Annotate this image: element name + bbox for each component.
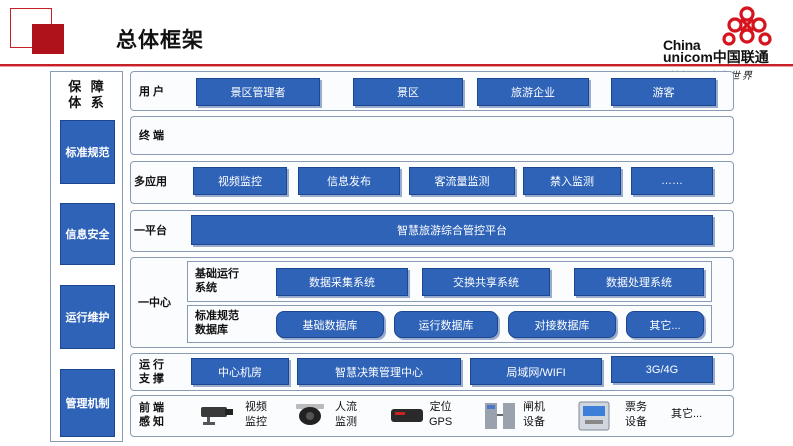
layer-users-label: 用 户 — [139, 86, 165, 98]
guarantee-standards-box[interactable]: 标准规范 — [60, 120, 115, 184]
standard-databases-group: 标准规范 数据库 基础数据库 运行数据库 对接数据库 其它... — [187, 305, 712, 343]
guarantee-operations-box[interactable]: 运行维护 — [60, 285, 115, 349]
sensing-other-label: 其它... — [671, 408, 703, 420]
sensing-video-label: 视频 监控 — [245, 401, 267, 428]
exchange-sharing-system[interactable]: 交换共享系统 — [422, 268, 550, 296]
support-lan-wifi[interactable]: 局域网/WIFI — [470, 358, 602, 385]
layer-front-end-sensing: 前 端 感 知 视频 监控 人流 监测 定位 GPS 闸机 设备 票务 设备 其… — [130, 395, 734, 437]
guarantee-security-box[interactable]: 信息安全 — [60, 203, 115, 265]
camera-icon — [201, 407, 233, 425]
data-collection-system[interactable]: 数据采集系统 — [276, 268, 408, 296]
sensing-gps[interactable]: 定位 GPS — [389, 396, 475, 434]
base-database[interactable]: 基础数据库 — [276, 311, 384, 338]
dome-camera-icon — [296, 404, 324, 425]
layer-applications: 多应用 视频监控 信息发布 客流量监测 禁入监测 …… — [130, 161, 734, 204]
turnstile-icon — [485, 403, 515, 429]
sensing-turnstile-label: 闸机 设备 — [523, 401, 545, 428]
ticket-machine-icon — [578, 401, 610, 431]
app-restricted-entry-monitoring[interactable]: 禁入监测 — [523, 167, 621, 195]
sensing-people-flow[interactable]: 人流 监测 — [293, 396, 387, 434]
basic-systems-label: 基础运行 系统 — [195, 268, 239, 294]
other-database[interactable]: 其它... — [626, 311, 704, 338]
layer-applications-label: 多应用 — [134, 176, 167, 188]
page-title: 总体框架 — [116, 29, 204, 52]
app-visitor-flow-monitoring[interactable]: 客流量监测 — [409, 167, 515, 195]
app-more[interactable]: …… — [631, 167, 713, 195]
layer-platform-label: 一平台 — [134, 225, 167, 237]
layer-operation-support-label: 运 行 支 撑 — [139, 359, 165, 385]
sensing-ticketing[interactable]: 票务 设备 — [575, 396, 665, 434]
guarantee-system-title: 保 障 体 系 — [68, 79, 107, 110]
smart-tourism-platform-bar[interactable]: 智慧旅游综合管控平台 — [191, 215, 713, 245]
logo-text-unicom: unicom中国联通 — [663, 49, 769, 65]
header-deco-square-fill — [32, 24, 64, 54]
sensing-video-monitoring[interactable]: 视频 监控 — [197, 396, 287, 434]
layer-terminal: 终 端 — [130, 116, 734, 155]
sensing-people-flow-label: 人流 监测 — [335, 401, 357, 428]
layer-data-center-label: 一中心 — [138, 297, 171, 309]
china-unicom-knot-icon — [722, 6, 772, 46]
sensing-ticketing-label: 票务 设备 — [625, 401, 647, 428]
data-processing-system[interactable]: 数据处理系统 — [574, 268, 704, 296]
operations-database[interactable]: 运行数据库 — [394, 311, 498, 338]
sensing-turnstile[interactable]: 闸机 设备 — [481, 396, 573, 434]
basic-systems-group: 基础运行 系统 数据采集系统 交换共享系统 数据处理系统 — [187, 261, 712, 302]
guarantee-system-column: 保 障 体 系 标准规范 信息安全 运行维护 管理机制 — [50, 71, 123, 442]
standard-databases-label: 标准规范 数据库 — [195, 310, 239, 336]
app-info-release[interactable]: 信息发布 — [298, 167, 400, 195]
layer-data-center: 一中心 基础运行 系统 数据采集系统 交换共享系统 数据处理系统 标准规范 数据… — [130, 257, 734, 348]
layer-front-end-sensing-label: 前 端 感 知 — [139, 402, 165, 428]
integration-database[interactable]: 对接数据库 — [508, 311, 616, 338]
layer-users: 用 户 景区管理者 景区 旅游企业 游客 — [130, 71, 734, 111]
guarantee-management-box[interactable]: 管理机制 — [60, 369, 115, 437]
support-data-center-room[interactable]: 中心机房 — [191, 358, 289, 385]
user-scenic-manager[interactable]: 景区管理者 — [196, 78, 320, 106]
gps-device-icon — [391, 409, 423, 422]
app-video-monitoring[interactable]: 视频监控 — [193, 167, 287, 195]
layer-terminal-label: 终 端 — [139, 130, 165, 142]
user-tourist[interactable]: 游客 — [611, 78, 716, 106]
user-travel-enterprise[interactable]: 旅游企业 — [477, 78, 589, 106]
layer-operation-support: 运 行 支 撑 中心机房 智慧决策管理中心 局域网/WIFI 3G/4G — [130, 353, 734, 391]
user-scenic-area[interactable]: 景区 — [353, 78, 463, 106]
layer-platform: 一平台 智慧旅游综合管控平台 — [130, 210, 734, 252]
sensing-gps-label: 定位 GPS — [429, 401, 453, 428]
support-decision-center[interactable]: 智慧决策管理中心 — [297, 358, 461, 385]
support-3g-4g[interactable]: 3G/4G — [611, 356, 713, 383]
